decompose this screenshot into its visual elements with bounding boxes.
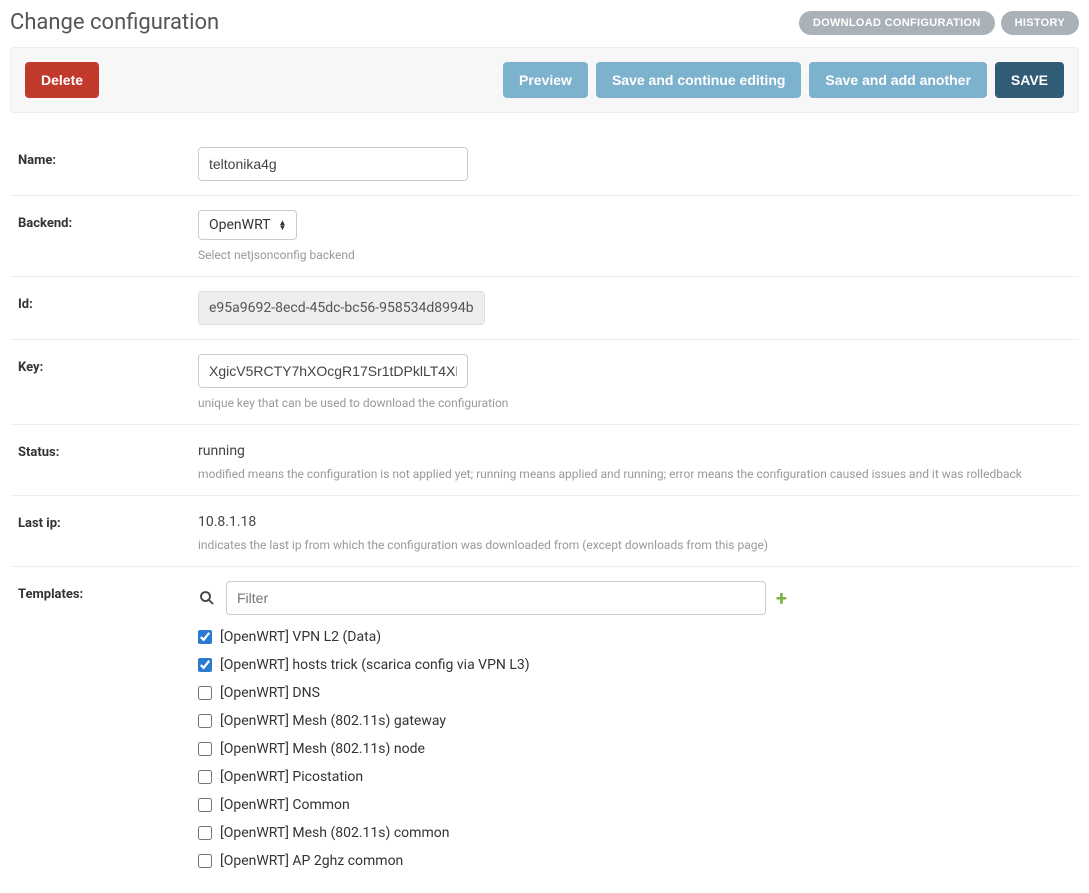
updown-icon: ▲▼ [279,220,287,230]
page-title: Change configuration [10,10,219,35]
template-label: [OpenWRT] Picostation [220,769,363,785]
last-ip-value: 10.8.1.18 [198,510,1071,530]
header-actions: DOWNLOAD CONFIGURATION HISTORY [799,11,1079,35]
status-value: running [198,439,1071,459]
backend-select[interactable]: OpenWRT ▲▼ [198,210,297,240]
template-label: [OpenWRT] AP 2ghz common [220,853,403,869]
id-row: Id: e95a9692-8ecd-45dc-bc56-958534d8994b [10,277,1079,340]
template-checkbox[interactable] [198,630,212,644]
id-label: Id: [18,291,198,325]
add-template-button[interactable]: + [776,586,787,610]
backend-help: Select netjsonconfig backend [198,248,1071,262]
template-checkbox[interactable] [198,770,212,784]
key-label: Key: [18,354,198,410]
template-label: [OpenWRT] Common [220,797,350,813]
template-checkbox[interactable] [198,854,212,868]
name-input[interactable] [198,147,468,181]
template-item[interactable]: [OpenWRT] Mesh (802.11s) node [198,741,1071,757]
templates-search-row: + [198,581,1071,615]
template-list: [OpenWRT] VPN L2 (Data) [OpenWRT] hosts t… [198,629,1071,869]
template-item[interactable]: [OpenWRT] VPN L2 (Data) [198,629,1071,645]
template-checkbox[interactable] [198,742,212,756]
save-button[interactable]: SAVE [995,62,1064,98]
last-ip-row: Last ip: 10.8.1.18 indicates the last ip… [10,496,1079,567]
last-ip-help: indicates the last ip from which the con… [198,538,1071,552]
save-continue-button[interactable]: Save and continue editing [596,62,801,98]
last-ip-label: Last ip: [18,510,198,552]
preview-button[interactable]: Preview [503,62,588,98]
template-checkbox[interactable] [198,714,212,728]
template-label: [OpenWRT] Mesh (802.11s) node [220,741,425,757]
id-value: e95a9692-8ecd-45dc-bc56-958534d8994b [198,291,485,325]
backend-label: Backend: [18,210,198,262]
key-help: unique key that can be used to download … [198,396,1071,410]
template-label: [OpenWRT] DNS [220,685,320,701]
name-row: Name: [10,133,1079,196]
template-checkbox[interactable] [198,658,212,672]
template-item[interactable]: [OpenWRT] Mesh (802.11s) gateway [198,713,1071,729]
template-item[interactable]: [OpenWRT] Picostation [198,769,1071,785]
status-label: Status: [18,439,198,481]
template-item[interactable]: [OpenWRT] hosts trick (scarica config vi… [198,657,1071,673]
templates-label: Templates: [18,581,198,869]
template-item[interactable]: [OpenWRT] AP 2ghz common [198,853,1071,869]
save-add-another-button[interactable]: Save and add another [809,62,986,98]
template-label: [OpenWRT] VPN L2 (Data) [220,629,381,645]
key-row: Key: unique key that can be used to down… [10,340,1079,425]
status-row: Status: running modified means the confi… [10,425,1079,496]
template-label: [OpenWRT] Mesh (802.11s) common [220,825,449,841]
delete-button[interactable]: Delete [25,62,99,98]
search-icon [198,589,216,607]
template-checkbox[interactable] [198,686,212,700]
backend-selected-value: OpenWRT [209,217,271,233]
template-item[interactable]: [OpenWRT] Common [198,797,1071,813]
template-checkbox[interactable] [198,826,212,840]
templates-filter-input[interactable] [226,581,766,615]
toolbar-right: Preview Save and continue editing Save a… [503,62,1064,98]
template-checkbox[interactable] [198,798,212,812]
history-button[interactable]: HISTORY [1001,11,1079,35]
templates-row: Templates: + [OpenWRT] VPN L2 (Data)[Ope… [10,567,1079,883]
template-item[interactable]: [OpenWRT] Mesh (802.11s) common [198,825,1071,841]
download-configuration-button[interactable]: DOWNLOAD CONFIGURATION [799,11,995,35]
action-toolbar: Delete Preview Save and continue editing… [10,47,1079,113]
backend-row: Backend: OpenWRT ▲▼ Select netjsonconfig… [10,196,1079,277]
key-input[interactable] [198,354,468,388]
name-label: Name: [18,147,198,181]
status-help: modified means the configuration is not … [198,467,1071,481]
template-label: [OpenWRT] hosts trick (scarica config vi… [220,657,530,673]
template-item[interactable]: [OpenWRT] DNS [198,685,1071,701]
template-label: [OpenWRT] Mesh (802.11s) gateway [220,713,446,729]
